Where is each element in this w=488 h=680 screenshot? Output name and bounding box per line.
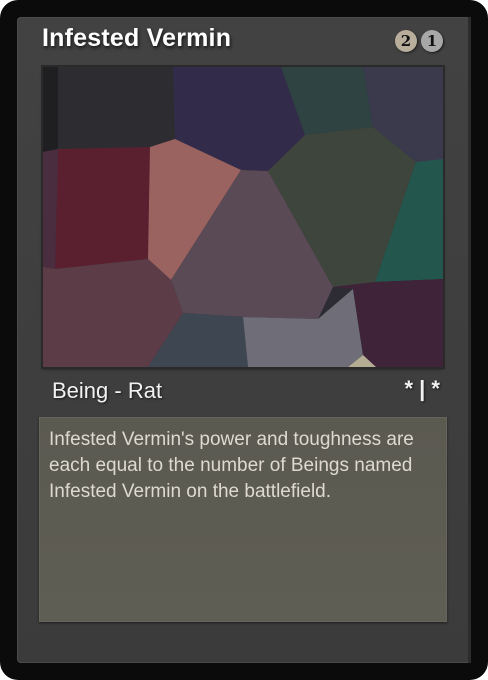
rules-text-box: Infested Vermin's power and toughness ar… — [39, 417, 447, 622]
mana-cost: 2 1 — [395, 30, 443, 52]
generic-mana-icon: 2 — [395, 30, 417, 52]
colored-mana-icon: 1 — [421, 30, 443, 52]
type-line: Being - Rat — [52, 378, 163, 403]
card-name: Infested Vermin — [42, 24, 232, 52]
power-toughness: * | * — [404, 376, 440, 401]
card-art — [43, 67, 443, 367]
rules-text: Infested Vermin's power and toughness ar… — [49, 429, 414, 502]
art-mosaic — [43, 67, 443, 367]
